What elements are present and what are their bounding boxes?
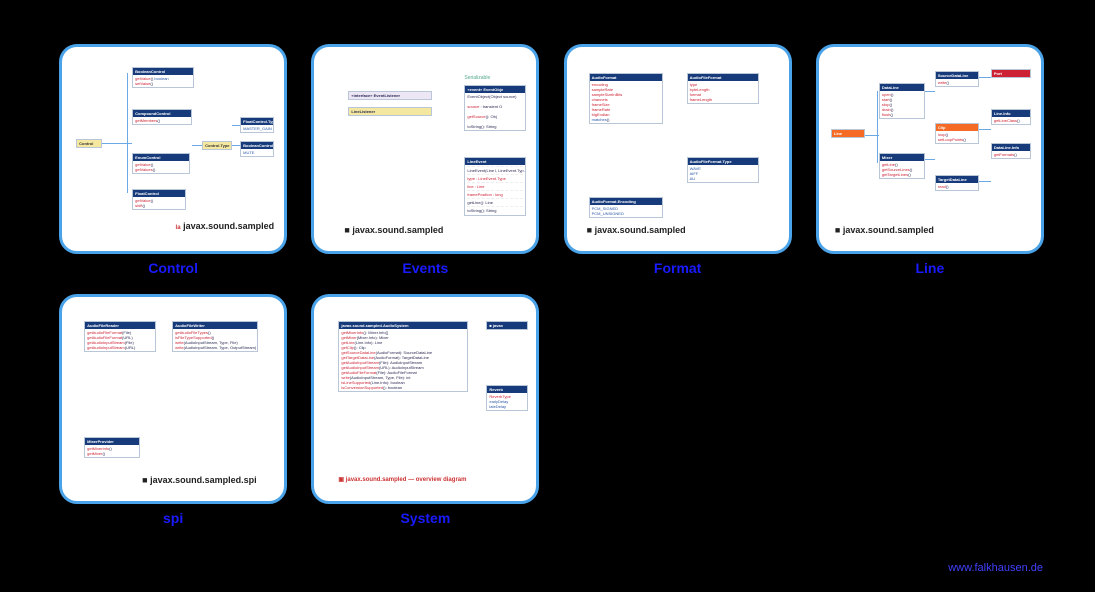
tile-spi[interactable]: AudioFileReadergetAudioFileFormat(File)g…: [56, 294, 290, 526]
thumb-control[interactable]: Control BooleanControlgetValue() boolean…: [59, 44, 287, 254]
tile-events[interactable]: Serializable «interface» EventListener L…: [308, 44, 542, 276]
thumb-format[interactable]: AudioFormatencodingsampleRatesampleSizeI…: [564, 44, 792, 254]
caption-events[interactable]: Events: [402, 260, 448, 276]
thumb-events[interactable]: Serializable «interface» EventListener L…: [311, 44, 539, 254]
tile-line[interactable]: Line DataLineopen()start()stop()drain()f…: [813, 44, 1047, 276]
thumb-line[interactable]: Line DataLineopen()start()stop()drain()f…: [816, 44, 1044, 254]
thumbnail-grid: Control BooleanControlgetValue() boolean…: [0, 0, 1095, 542]
thumb-spi[interactable]: AudioFileReadergetAudioFileFormat(File)g…: [59, 294, 287, 504]
caption-system[interactable]: System: [400, 510, 450, 526]
caption-line[interactable]: Line: [915, 260, 944, 276]
tile-control[interactable]: Control BooleanControlgetValue() boolean…: [56, 44, 290, 276]
caption-spi[interactable]: spi: [163, 510, 183, 526]
caption-control[interactable]: Control: [148, 260, 198, 276]
thumb-system[interactable]: javax.sound.sampled.AudioSystem getMixer…: [311, 294, 539, 504]
tile-format[interactable]: AudioFormatencodingsampleRatesampleSizeI…: [561, 44, 795, 276]
caption-format[interactable]: Format: [654, 260, 701, 276]
footer-link[interactable]: www.falkhausen.de: [948, 562, 1043, 574]
tile-system[interactable]: javax.sound.sampled.AudioSystem getMixer…: [308, 294, 542, 526]
